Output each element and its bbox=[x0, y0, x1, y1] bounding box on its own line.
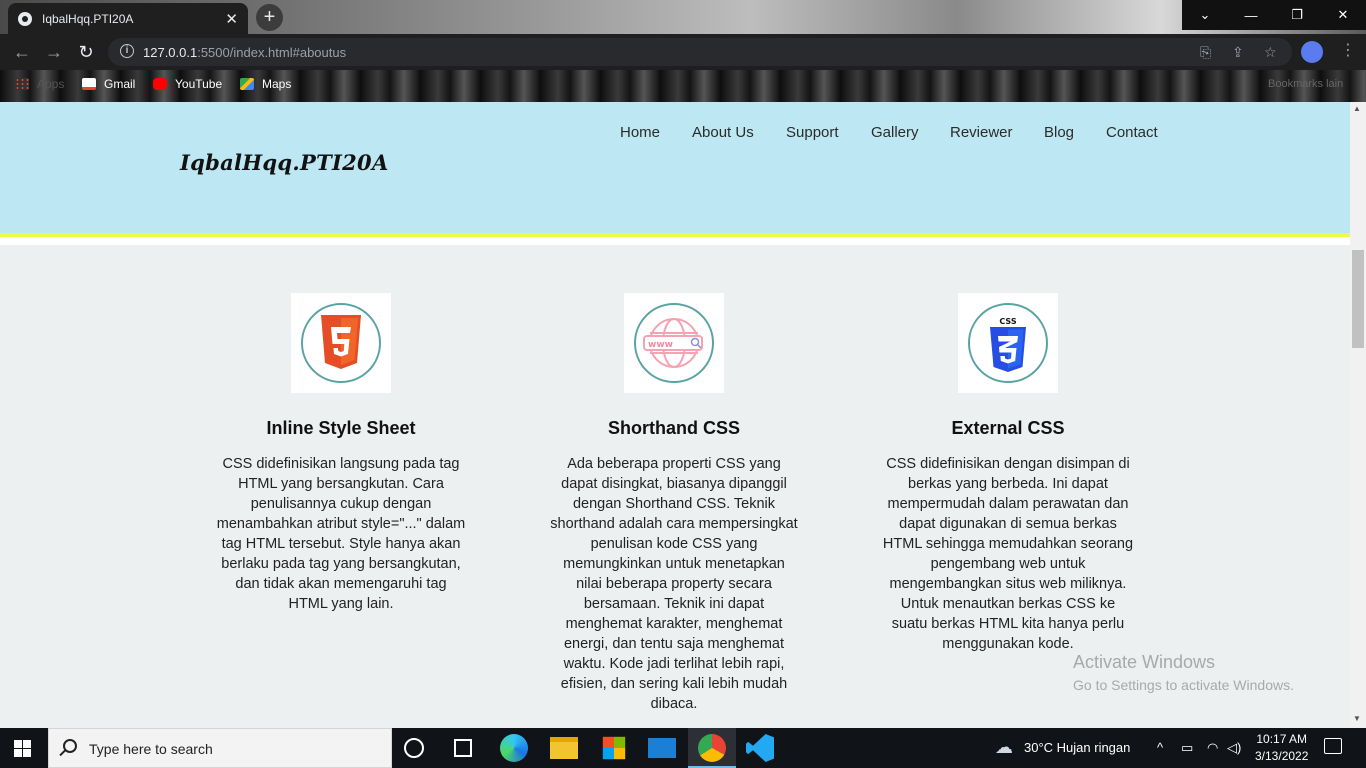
tab-title: IqbalHqq.PTI20A bbox=[42, 11, 134, 26]
new-tab-button[interactable]: + bbox=[256, 4, 283, 31]
html5-card-image bbox=[291, 293, 391, 393]
tray-chevron-up-icon[interactable]: ^ bbox=[1157, 740, 1163, 755]
weather-cloud-icon[interactable]: ☁ bbox=[995, 737, 1013, 758]
url-text[interactable]: 127.0.0.1:5500/index.html#aboutus bbox=[143, 45, 346, 60]
bookmarks-bar: Apps Gmail YouTube Maps Bookmarks lain bbox=[0, 70, 1366, 102]
translate-icon[interactable]: ⎘ bbox=[1200, 44, 1211, 61]
wifi-icon[interactable]: ◠ bbox=[1207, 740, 1218, 756]
globe-icon bbox=[18, 11, 32, 26]
css3-card-image: CSS bbox=[958, 293, 1058, 393]
window-close-icon[interactable]: ✕ bbox=[1320, 0, 1366, 30]
nav-gallery[interactable]: Gallery bbox=[871, 124, 919, 141]
chrome-menu-icon[interactable]: ⋮ bbox=[1340, 40, 1356, 60]
windows-taskbar: Type here to search ☁ 30°C Hujan ringan … bbox=[0, 728, 1366, 768]
microsoft-store-icon[interactable] bbox=[602, 736, 626, 760]
nav-contact[interactable]: Contact bbox=[1106, 124, 1158, 141]
www-card-image: www bbox=[624, 293, 724, 393]
www-globe-icon: www bbox=[643, 318, 703, 368]
search-placeholder: Type here to search bbox=[89, 741, 213, 757]
browser-tab-strip: IqbalHqq.PTI20A ✕ + ⌄ — ❐ ✕ bbox=[0, 0, 1366, 34]
card-title-shorthand: Shorthand CSS bbox=[607, 418, 740, 438]
share-icon[interactable]: ⇪ bbox=[1232, 44, 1244, 61]
reload-icon[interactable]: ↻ bbox=[74, 40, 98, 64]
site-info-icon[interactable]: i bbox=[120, 44, 134, 58]
svg-text:www: www bbox=[648, 340, 673, 350]
scroll-down-icon[interactable]: ▼ bbox=[1353, 714, 1361, 723]
minimize-icon[interactable]: — bbox=[1228, 0, 1274, 30]
card-text-shorthand: Ada beberapa properti CSS yang dapat disi… bbox=[550, 456, 798, 712]
bookmark-maps[interactable]: Maps bbox=[240, 77, 291, 91]
cortana-icon[interactable] bbox=[404, 738, 424, 758]
header-divider bbox=[0, 237, 1350, 245]
profile-avatar[interactable] bbox=[1301, 41, 1323, 63]
scroll-up-icon[interactable]: ▲ bbox=[1353, 104, 1361, 113]
task-view-icon[interactable] bbox=[454, 739, 472, 757]
site-logo[interactable]: IqbalHqq.PTI20A bbox=[180, 150, 389, 175]
bookmark-youtube[interactable]: YouTube bbox=[153, 77, 222, 91]
nav-about-us[interactable]: About Us bbox=[692, 124, 754, 141]
mail-icon[interactable] bbox=[648, 738, 676, 758]
card-text-external: CSS didefinisikan dengan disimpan di berk… bbox=[882, 456, 1134, 652]
html5-icon bbox=[321, 315, 361, 369]
card-title-external: External CSS bbox=[951, 418, 1065, 438]
apps-grid-icon bbox=[15, 78, 29, 90]
gmail-icon bbox=[82, 78, 96, 90]
search-icon bbox=[63, 739, 77, 753]
other-bookmarks[interactable]: Bookmarks lain bbox=[1268, 78, 1343, 90]
nav-reviewer[interactable]: Reviewer bbox=[950, 124, 1013, 141]
windows-start-icon[interactable] bbox=[14, 740, 31, 757]
site-header: IqbalHqq.PTI20A Home About Us Support Ga… bbox=[0, 102, 1350, 233]
page-viewport: IqbalHqq.PTI20A Home About Us Support Ga… bbox=[0, 102, 1350, 728]
card-text-inline: CSS didefinisikan langsung pada tag HTML … bbox=[216, 456, 466, 612]
svg-text:CSS: CSS bbox=[999, 317, 1016, 326]
page-scrollbar[interactable]: ▲ ▼ bbox=[1350, 102, 1366, 728]
restore-icon[interactable]: ❐ bbox=[1274, 0, 1320, 30]
maps-icon bbox=[240, 78, 254, 90]
youtube-icon bbox=[153, 78, 167, 90]
nav-support[interactable]: Support bbox=[786, 124, 839, 141]
nav-home[interactable]: Home bbox=[620, 124, 660, 141]
activate-windows-watermark: Activate Windows Go to Settings to activ… bbox=[1073, 652, 1294, 693]
forward-arrow-icon[interactable]: → bbox=[42, 40, 66, 64]
browser-toolbar: ← → ↻ i 127.0.0.1:5500/index.html#aboutu… bbox=[0, 34, 1366, 70]
battery-icon[interactable]: ▭ bbox=[1181, 740, 1193, 756]
notification-center-icon[interactable] bbox=[1324, 738, 1342, 754]
browser-tab[interactable]: IqbalHqq.PTI20A ✕ bbox=[8, 3, 248, 34]
nav-blog[interactable]: Blog bbox=[1044, 124, 1074, 141]
file-explorer-icon[interactable] bbox=[550, 737, 578, 759]
bookmark-star-icon[interactable]: ☆ bbox=[1264, 44, 1277, 61]
card-title-inline: Inline Style Sheet bbox=[266, 418, 416, 438]
taskbar-search-box[interactable]: Type here to search bbox=[48, 728, 392, 768]
volume-icon[interactable]: ◁) bbox=[1227, 740, 1241, 756]
scroll-thumb[interactable] bbox=[1352, 250, 1364, 348]
css3-icon: CSS bbox=[990, 317, 1026, 372]
bookmark-gmail[interactable]: Gmail bbox=[82, 77, 135, 91]
bookmark-apps[interactable]: Apps bbox=[15, 77, 64, 91]
back-arrow-icon[interactable]: ← bbox=[10, 40, 34, 64]
taskbar-clock[interactable]: 10:17 AM 3/13/2022 bbox=[1255, 731, 1308, 765]
address-bar[interactable]: i 127.0.0.1:5500/index.html#aboutus ⎘ ⇪ … bbox=[108, 38, 1292, 66]
vscode-icon[interactable] bbox=[746, 734, 774, 762]
tab-close-icon[interactable]: ✕ bbox=[225, 10, 238, 28]
edge-icon[interactable] bbox=[500, 734, 528, 762]
weather-text[interactable]: 30°C Hujan ringan bbox=[1024, 740, 1130, 755]
tab-search-icon[interactable]: ⌄ bbox=[1182, 0, 1228, 30]
chrome-icon[interactable] bbox=[698, 734, 726, 762]
